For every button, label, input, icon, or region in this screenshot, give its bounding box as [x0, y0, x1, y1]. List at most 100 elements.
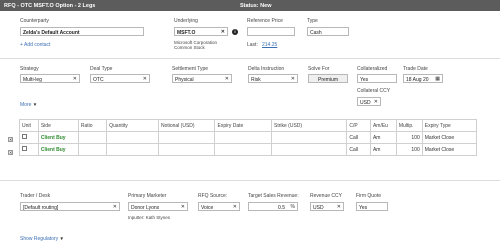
- revenue-ccy-field[interactable]: USD ✕: [310, 202, 344, 211]
- deal-type-field[interactable]: OTC ✕: [90, 74, 150, 83]
- counterparty-value: Zelda's Default Account: [23, 29, 80, 36]
- expiry-date-cell[interactable]: [214, 131, 273, 144]
- reference-price-input[interactable]: [247, 27, 295, 36]
- clear-icon[interactable]: ✕: [73, 76, 77, 82]
- delta-instruction-field[interactable]: Risk ✕: [248, 74, 298, 83]
- strike-cell[interactable]: [271, 131, 348, 144]
- collateral-ccy-field[interactable]: USD ✕: [357, 97, 381, 106]
- calendar-icon[interactable]: ▦: [435, 76, 440, 82]
- settlement-type-label: Settlement Type: [172, 66, 209, 72]
- quantity-cell[interactable]: [106, 143, 159, 156]
- multip-cell[interactable]: 100: [395, 143, 423, 156]
- percent-unit: %: [290, 204, 295, 211]
- divider: [0, 58, 500, 59]
- side-cell[interactable]: Client Buy: [37, 143, 79, 156]
- unit-checkbox[interactable]: [19, 131, 39, 144]
- more-toggle[interactable]: More ▼: [20, 102, 37, 108]
- row-remove-1[interactable]: ✕: [8, 137, 13, 142]
- type-label: Type: [307, 18, 318, 24]
- clear-icon[interactable]: ✕: [113, 204, 117, 210]
- clear-icon[interactable]: ✕: [143, 76, 147, 82]
- deal-type-label: Deal Type: [90, 66, 113, 72]
- info-icon[interactable]: i: [232, 28, 238, 35]
- expiry-type-cell[interactable]: Market Close: [421, 143, 478, 156]
- delta-instruction-label: Delta Instruction: [248, 66, 285, 72]
- type-field[interactable]: Cash: [307, 27, 349, 36]
- primary-marketer-field[interactable]: Donor Lyons ✕: [128, 202, 188, 211]
- clear-icon[interactable]: ✕: [291, 76, 295, 82]
- col-notional: Notional (USD): [157, 119, 216, 132]
- trade-date-field[interactable]: 18 Aug 20 ▦: [403, 74, 443, 83]
- col-expiry-type: Expiry Type: [421, 119, 478, 132]
- inputter-label: Inputter: Kath Stynes: [128, 215, 171, 220]
- clear-icon[interactable]: ✕: [374, 99, 378, 105]
- table-row[interactable]: Client Buy Call Am 100 Market Close: [19, 143, 478, 156]
- show-regulatory-label: Show Regulatory: [20, 236, 59, 242]
- solve-for-field[interactable]: Premium: [308, 74, 348, 83]
- clear-icon[interactable]: ✕: [233, 204, 237, 210]
- delta-instruction-value: Risk: [251, 76, 261, 83]
- collateral-ccy-label: Collateral CCY: [357, 88, 391, 94]
- ratio-cell[interactable]: [77, 143, 108, 156]
- deal-type-value: OTC: [93, 76, 104, 83]
- revenue-ccy-value: USD: [313, 204, 324, 211]
- rfq-source-field[interactable]: Voice ✕: [198, 202, 240, 211]
- collateralized-field[interactable]: Yes: [357, 74, 397, 83]
- trader-desk-value: [Default routing]: [23, 204, 59, 211]
- ameu-cell[interactable]: Am: [369, 131, 397, 144]
- show-regulatory-toggle[interactable]: Show Regulatory ▼: [20, 236, 64, 242]
- clear-icon[interactable]: ✕: [221, 29, 225, 35]
- trader-desk-field[interactable]: [Default routing] ✕: [20, 202, 120, 211]
- clear-icon[interactable]: ✕: [181, 204, 185, 210]
- type-value: Cash: [310, 29, 322, 36]
- counterparty-label: Counterparty: [20, 18, 49, 24]
- settlement-type-field[interactable]: Physical ✕: [172, 74, 232, 83]
- trader-desk-label: Trader / Desk: [20, 193, 51, 199]
- add-contact-link[interactable]: + Add contact: [20, 42, 50, 48]
- col-quantity: Quantity: [106, 119, 159, 132]
- col-ratio: Ratio: [77, 119, 108, 132]
- side-cell[interactable]: Client Buy: [37, 131, 79, 144]
- window-title: RFQ - OTC MSFT.O Option - 2 Legs: [4, 2, 96, 9]
- clear-icon[interactable]: ✕: [337, 204, 341, 210]
- underlying-field[interactable]: MSFT.O ✕: [174, 27, 228, 36]
- trade-date-label: Trade Date: [403, 66, 428, 72]
- col-expiry-date: Expiry Date: [214, 119, 273, 132]
- last-price-link[interactable]: 214.25: [262, 42, 277, 48]
- primary-marketer-label: Primary Marketer: [128, 193, 167, 199]
- strategy-field[interactable]: Multi-leg ✕: [20, 74, 80, 83]
- more-label: More: [20, 102, 32, 108]
- firm-quote-label: Firm Quote: [356, 193, 382, 199]
- solve-for-value: Premium: [317, 76, 338, 83]
- ratio-cell[interactable]: [77, 131, 108, 144]
- collateral-ccy-value: USD: [360, 99, 371, 106]
- expiry-type-cell[interactable]: Market Close: [421, 131, 478, 144]
- strike-cell[interactable]: [271, 143, 348, 156]
- cp-cell[interactable]: Call: [346, 143, 371, 156]
- cp-cell[interactable]: Call: [346, 131, 371, 144]
- target-sales-revenue-input[interactable]: 0.5 %: [248, 202, 298, 211]
- notional-cell[interactable]: [157, 131, 216, 144]
- multip-cell[interactable]: 100: [395, 131, 423, 144]
- reference-price-label: Reference Price: [247, 18, 283, 24]
- ameu-cell[interactable]: Am: [369, 143, 397, 156]
- rfq-source-value: Voice: [201, 204, 214, 211]
- chevron-down-icon: ▼: [32, 102, 38, 107]
- remove-row-icon[interactable]: ✕: [8, 137, 13, 142]
- target-sales-revenue-value: 0.5: [278, 204, 285, 211]
- notional-cell[interactable]: [157, 143, 216, 156]
- expiry-date-cell[interactable]: [214, 143, 273, 156]
- firm-quote-field[interactable]: Yes: [356, 202, 388, 211]
- unit-checkbox[interactable]: [19, 143, 39, 156]
- counterparty-field[interactable]: Zelda's Default Account: [20, 27, 144, 36]
- table-row[interactable]: Client Buy Call Am 100 Market Close: [19, 131, 478, 144]
- remove-row-icon[interactable]: ✕: [8, 150, 13, 155]
- row-remove-2[interactable]: ✕: [8, 150, 13, 155]
- trade-date-value: 18 Aug 20: [406, 76, 429, 83]
- last-price-label: Last:: [247, 42, 258, 48]
- clear-icon[interactable]: ✕: [225, 76, 229, 82]
- legs-header-row: Unit Side Ratio Quantity Notional (USD) …: [19, 119, 478, 132]
- quantity-cell[interactable]: [106, 131, 159, 144]
- col-unit: Unit: [19, 119, 39, 132]
- revenue-ccy-label: Revenue CCY: [310, 193, 342, 199]
